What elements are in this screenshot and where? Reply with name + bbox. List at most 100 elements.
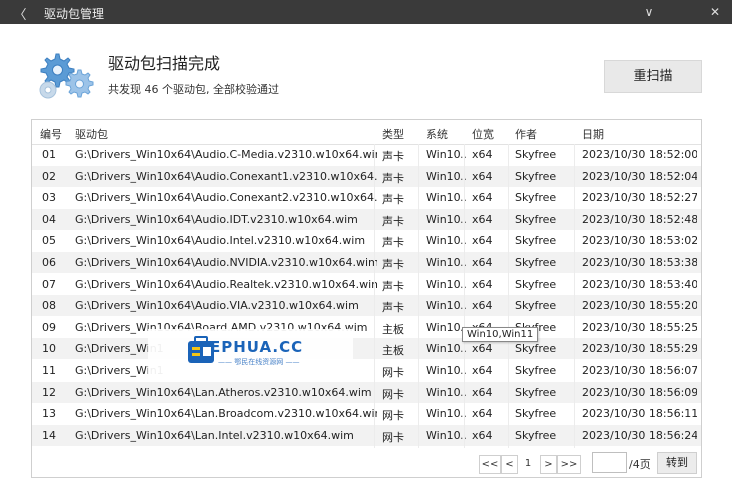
row-author: Skyfree <box>515 256 557 269</box>
row-id: 12 <box>42 385 56 399</box>
row-date: 2023/10/30 18:53:02 <box>582 234 697 248</box>
row-type: 主板 <box>382 344 404 358</box>
minimize-icon[interactable]: ∨ <box>640 3 658 21</box>
row-arch: x64 <box>472 256 493 269</box>
row-date: 2023/10/30 18:53:38 <box>582 256 697 269</box>
row-type: 主板 <box>382 322 404 336</box>
row-arch: x64 <box>472 299 493 313</box>
page-number-input[interactable] <box>592 452 627 473</box>
table-row[interactable]: 04 G:\Drivers_Win10x64\Audio.IDT.v2310.w1… <box>32 208 701 230</box>
row-type: 声卡 <box>382 279 404 293</box>
row-id: 09 <box>42 320 56 334</box>
rescan-button[interactable]: 重扫描 <box>604 60 702 93</box>
table-row[interactable]: 08 G:\Drivers_Win10x64\Audio.VIA.v2310.w1… <box>32 295 701 317</box>
row-author: Skyfree <box>515 212 557 226</box>
row-package-path: G:\Drivers_Win10x64\Audio.Realtek.v2310.… <box>75 277 377 291</box>
row-author: Skyfree <box>515 342 557 356</box>
row-date: 2023/10/30 18:52:04 <box>582 169 697 183</box>
row-id: 01 <box>42 148 56 161</box>
table-row[interactable]: 13 G:\Drivers_Win10x64\Lan.Broadcom.v2310… <box>32 403 701 424</box>
col-header-package[interactable]: 驱动包 <box>75 126 108 142</box>
row-date: 2023/10/30 18:56:07 <box>582 364 697 377</box>
row-type: 声卡 <box>382 258 404 271</box>
row-date: 2023/10/30 18:56:24 <box>582 428 697 442</box>
close-icon[interactable]: ✕ <box>706 3 724 21</box>
table-row[interactable]: 11 G:\Drivers_Win1 网卡 Win10 x64 Skyfree 2023/1… <box>32 360 701 381</box>
table-row[interactable]: 06 G:\Drivers_Win10x64\Audio.NVIDIA.v2310… <box>32 252 701 273</box>
row-author: Skyfree <box>515 148 557 161</box>
row-author: Skyfree <box>515 169 557 183</box>
row-id: 07 <box>42 277 56 291</box>
table-row[interactable]: 07 G:\Drivers_Win10x64\Audio.Realtek.v231… <box>32 274 701 295</box>
col-header-arch[interactable]: 位宽 <box>472 126 494 142</box>
row-package-path: G:\Drivers_Win10x64\Audio.C-Media.v2310.… <box>75 148 377 161</box>
next-page-button[interactable]: > <box>540 455 557 474</box>
watermark: EPHUA.CC —— 鄂民在线资源网 —— <box>148 329 353 374</box>
row-author: Skyfree <box>515 385 557 399</box>
first-page-button[interactable]: << <box>479 455 501 474</box>
row-author: Skyfree <box>515 234 557 248</box>
row-package-path: G:\Drivers_Win10x64\Audio.Conexant1.v231… <box>75 169 377 183</box>
row-type: 声卡 <box>382 214 404 228</box>
row-type: 网卡 <box>382 409 404 423</box>
column-divider <box>508 144 509 448</box>
table-row[interactable]: 01 G:\Drivers_Win10x64\Audio.C-Media.v231… <box>32 144 701 165</box>
row-arch: x64 <box>472 234 493 248</box>
goto-page-button[interactable]: 转到 <box>657 452 697 474</box>
prev-page-button[interactable]: < <box>501 455 518 474</box>
row-id: 04 <box>42 212 56 226</box>
row-type: 网卡 <box>382 387 404 401</box>
scan-summary: 共发现 46 个驱动包, 全部校验通过 <box>108 83 279 96</box>
table-row[interactable]: 09 G:\Drivers_Win10x64\Board.AMD.v2310.w1… <box>32 317 701 338</box>
row-id: 14 <box>42 428 56 442</box>
row-id: 05 <box>42 234 56 248</box>
table-row[interactable]: 12 G:\Drivers_Win10x64\Lan.Atheros.v2310.… <box>32 381 701 403</box>
scan-complete-title: 驱动包扫描完成 <box>108 54 221 73</box>
window-title: 驱动包管理 <box>44 7 105 21</box>
row-type: 声卡 <box>382 171 404 185</box>
row-package-path: G:\Drivers_Win10x64\Audio.NVIDIA.v2310.w… <box>75 256 377 269</box>
col-header-author[interactable]: 作者 <box>515 126 537 142</box>
row-type: 声卡 <box>382 193 404 207</box>
column-divider <box>464 144 465 448</box>
row-id: 03 <box>42 191 56 205</box>
row-type: 声卡 <box>382 150 404 163</box>
row-arch: x64 <box>472 148 493 161</box>
row-type: 声卡 <box>382 236 404 250</box>
table-row[interactable]: 05 G:\Drivers_Win10x64\Audio.Intel.v2310.… <box>32 230 701 251</box>
last-page-button[interactable]: >> <box>557 455 581 474</box>
column-divider <box>574 144 575 448</box>
row-date: 2023/10/30 18:56:11 <box>582 407 697 421</box>
system-tooltip: Win10,Win11 <box>462 327 539 342</box>
title-bar: 〈 驱动包管理 ∨ ✕ <box>0 0 732 24</box>
row-id: 10 <box>42 342 56 356</box>
row-arch: x64 <box>472 364 493 377</box>
row-author: Skyfree <box>515 299 557 313</box>
table-row[interactable]: 03 G:\Drivers_Win10x64\Audio.Conexant2.v2… <box>32 187 701 208</box>
row-date: 2023/10/30 18:55:29 <box>582 342 697 356</box>
col-header-date[interactable]: 日期 <box>582 126 604 142</box>
row-arch: x64 <box>472 385 493 399</box>
row-author: Skyfree <box>515 277 557 291</box>
table-row[interactable]: 02 G:\Drivers_Win10x64\Audio.Conexant1.v2… <box>32 165 701 187</box>
watermark-brand: EPHUA.CC <box>210 338 304 356</box>
row-date: 2023/10/30 18:55:25 <box>582 320 697 334</box>
col-header-id[interactable]: 编号 <box>40 126 62 142</box>
row-arch: x64 <box>472 191 493 205</box>
row-author: Skyfree <box>515 407 557 421</box>
row-package-path: G:\Drivers_Win10x64\Lan.Intel.v2310.w10x… <box>75 428 354 442</box>
page-total: /4页 <box>629 458 651 471</box>
row-package-path: G:\Drivers_Win10x64\Lan.Atheros.v2310.w1… <box>75 385 372 399</box>
driver-table: 编号 驱动包 类型 系统 位宽 作者 日期 01 G:\Drivers_Win10… <box>31 119 702 478</box>
col-header-system[interactable]: 系统 <box>426 126 448 142</box>
column-divider <box>418 144 419 448</box>
table-row[interactable]: 14 G:\Drivers_Win10x64\Lan.Intel.v2310.w1… <box>32 424 701 446</box>
back-icon[interactable]: 〈 <box>12 4 28 23</box>
table-row[interactable]: 10 G:\Drivers_Win1 主板 Win10 x64 Skyfree 2023/1… <box>32 338 701 360</box>
col-header-type[interactable]: 类型 <box>382 126 404 142</box>
column-divider <box>374 144 375 448</box>
row-arch: x64 <box>472 407 493 421</box>
row-date: 2023/10/30 18:52:48 <box>582 212 697 226</box>
row-id: 13 <box>42 407 56 421</box>
current-page: 1 <box>518 455 538 472</box>
